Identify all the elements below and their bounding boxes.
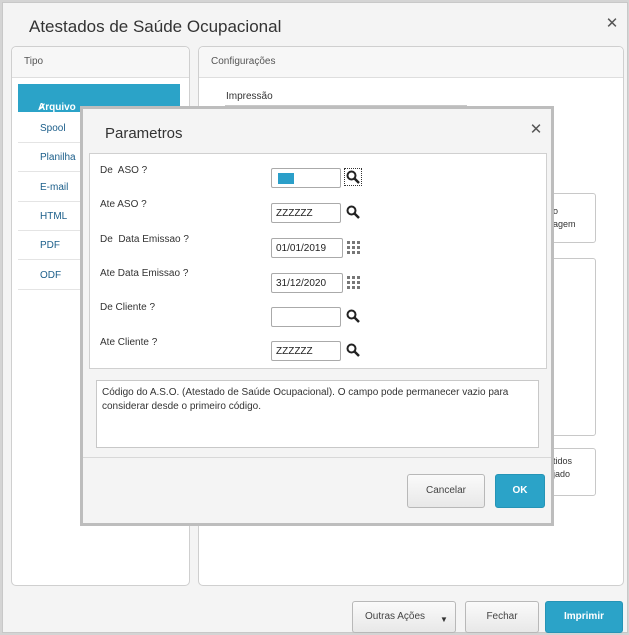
configuracoes-header-label: Configurações xyxy=(211,56,276,67)
parametros-dialog: Parametros ✕ De ASO ? Ate ASO ? ZZZZZZ D… xyxy=(80,106,554,526)
imprimir-label: Imprimir xyxy=(563,611,604,622)
divider xyxy=(83,457,551,458)
search-icon[interactable] xyxy=(345,204,361,220)
field-label: De Data Emissao ? xyxy=(100,234,189,245)
field-label: De Cliente ? xyxy=(100,302,156,313)
field-label: Ate Cliente ? xyxy=(100,337,158,348)
dialog-title: Parametros xyxy=(105,125,183,142)
tipo-header: Tipo xyxy=(12,47,189,78)
cancel-button[interactable]: Cancelar xyxy=(407,474,485,508)
tipo-item-label: Planilha xyxy=(40,152,76,163)
search-icon[interactable] xyxy=(345,342,361,358)
ok-button[interactable]: OK xyxy=(495,474,545,508)
fechar-button[interactable]: Fechar xyxy=(465,601,539,633)
tipo-item-label: E-mail xyxy=(40,182,69,193)
de-aso-input[interactable] xyxy=(271,168,341,188)
help-text: Código do A.S.O. (Atestado de Saúde Ocup… xyxy=(96,380,539,448)
input-highlight xyxy=(278,173,294,184)
impressao-label: Impressão xyxy=(226,91,273,102)
field-label: Ate Data Emissao ? xyxy=(100,268,189,279)
tipo-item-label: Arquivo xyxy=(38,102,76,113)
ate-cliente-input[interactable]: ZZZZZZ xyxy=(271,341,341,361)
ok-label: OK xyxy=(512,485,528,496)
tipo-item-label: ODF xyxy=(40,270,62,281)
de-data-emissao-input[interactable]: 01/01/2019 xyxy=(271,238,343,258)
cancel-label: Cancelar xyxy=(425,485,467,496)
chevron-down-icon: ▼ xyxy=(440,615,448,624)
field-label: De ASO ? xyxy=(100,165,148,176)
imprimir-button[interactable]: Imprimir xyxy=(545,601,623,633)
outras-acoes-button[interactable]: Outras Ações ▼ xyxy=(352,601,456,633)
configuracoes-header: Configurações xyxy=(199,47,623,78)
ate-aso-input[interactable]: ZZZZZZ xyxy=(271,203,341,223)
tipo-item-label: PDF xyxy=(40,240,60,251)
window-title: Atestados de Saúde Ocupacional xyxy=(29,17,282,36)
close-icon[interactable]: ✕ xyxy=(527,121,545,139)
ate-data-emissao-input[interactable]: 31/12/2020 xyxy=(271,273,343,293)
tipo-item-label: HTML xyxy=(40,211,68,222)
field-label: Ate ASO ? xyxy=(100,199,147,210)
de-cliente-input[interactable] xyxy=(271,307,341,327)
parameters-form: De ASO ? Ate ASO ? ZZZZZZ De Data Emissa… xyxy=(89,153,547,369)
tipo-item-label: Spool xyxy=(40,123,66,134)
search-icon[interactable] xyxy=(344,168,362,186)
calendar-icon[interactable] xyxy=(347,241,361,255)
config-option-text: agem xyxy=(553,219,576,229)
calendar-icon[interactable] xyxy=(347,276,361,290)
tipo-header-label: Tipo xyxy=(24,56,44,67)
fechar-label: Fechar xyxy=(486,611,518,622)
outras-acoes-label: Outras Ações xyxy=(365,611,426,622)
config-option-text: jado xyxy=(553,469,571,479)
config-option-text: tidos xyxy=(553,456,573,466)
close-icon[interactable]: ✕ xyxy=(603,15,621,33)
search-icon[interactable] xyxy=(345,308,361,324)
